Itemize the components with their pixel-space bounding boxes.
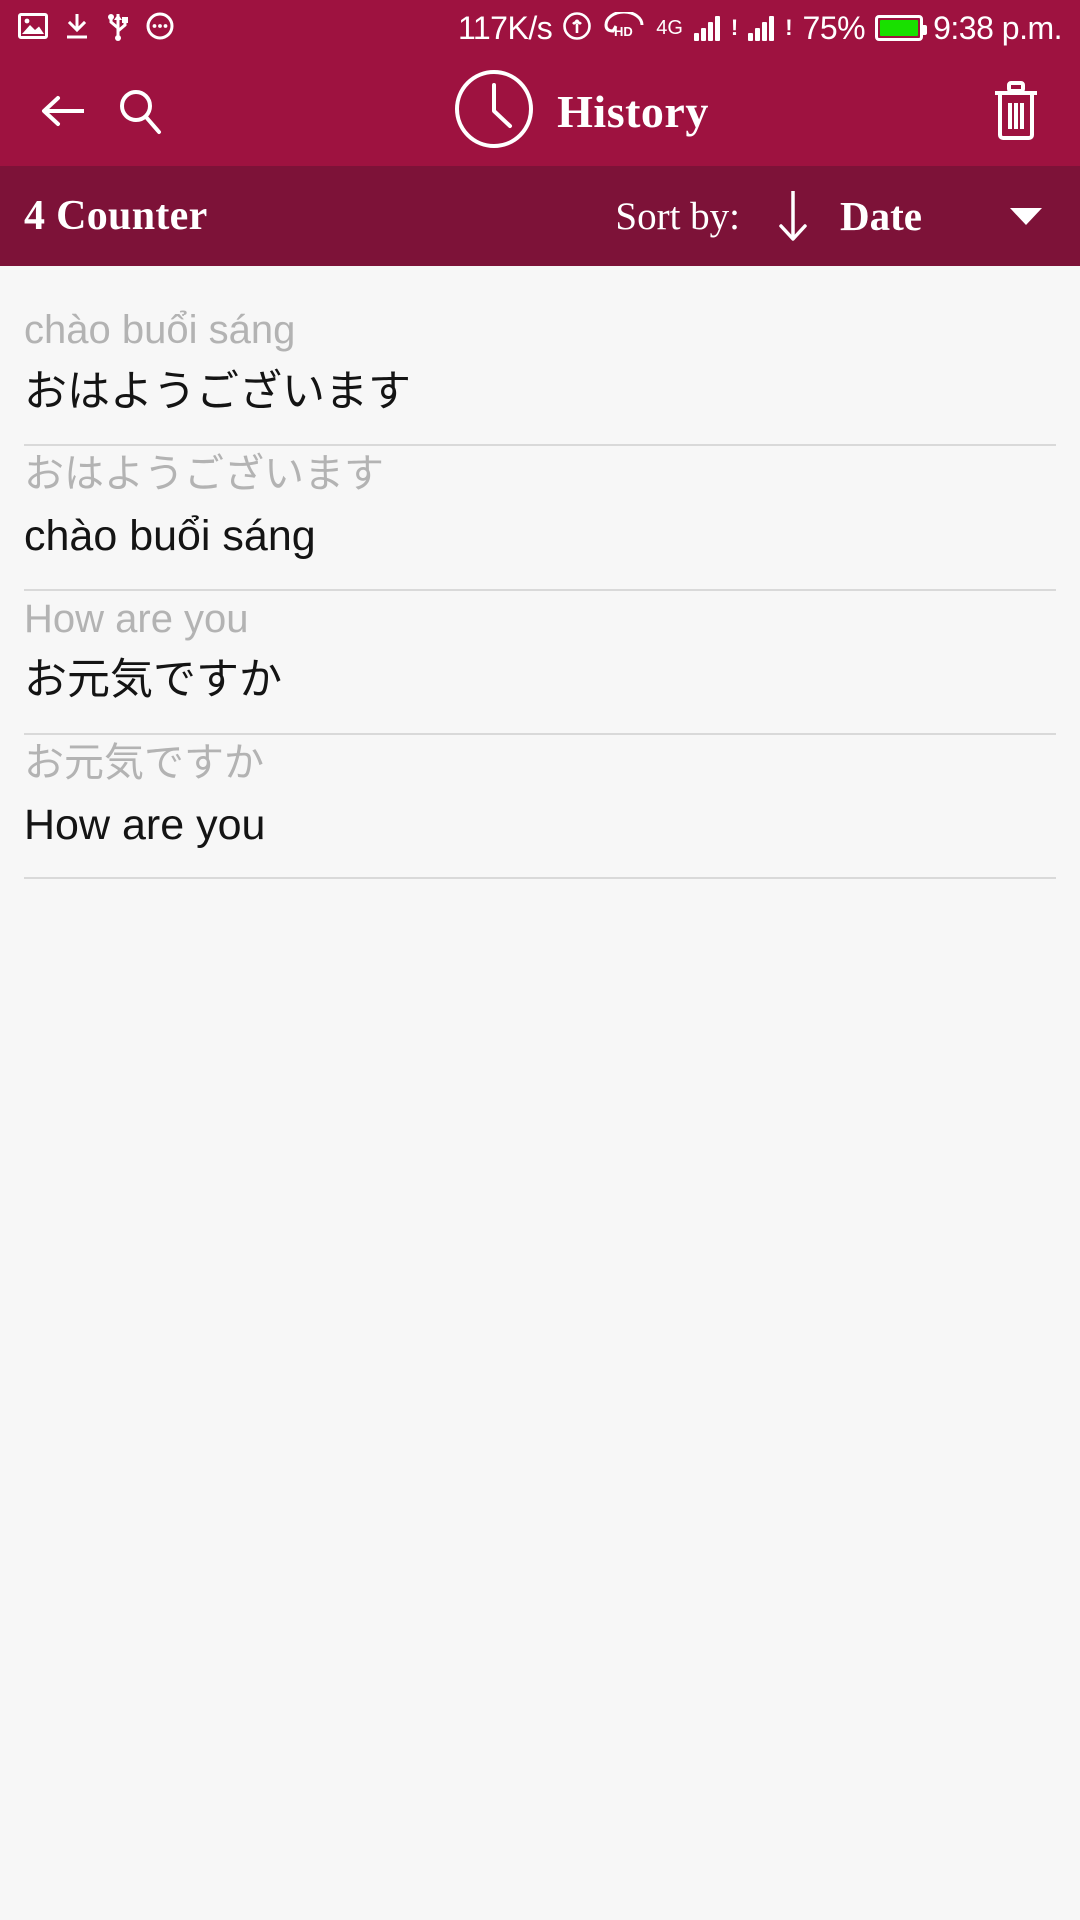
sort-dropdown-button[interactable] <box>1008 205 1044 227</box>
sort-value-label[interactable]: Date <box>840 192 922 240</box>
list-item-source-text: chào buổi sáng <box>24 308 296 352</box>
list-item[interactable]: おはようございます chào buổi sáng <box>0 446 1080 591</box>
back-button[interactable] <box>26 73 102 149</box>
image-icon <box>18 12 48 44</box>
status-bar-left-icons <box>18 11 174 46</box>
signal-bars-sim1-icon <box>693 15 720 41</box>
sort-control[interactable]: Sort by: Date <box>615 188 1056 244</box>
search-icon <box>120 90 161 134</box>
signal-bars-sim2-icon <box>748 15 775 41</box>
sort-by-label: Sort by: <box>615 194 741 238</box>
caret-down-icon <box>1010 208 1042 225</box>
list-item[interactable]: How are you お元気ですか <box>0 591 1080 736</box>
sim1-alert-icon: ! <box>730 15 739 40</box>
list-item-target-text: How are you <box>24 800 266 849</box>
clock-icon <box>453 68 535 155</box>
arrow-down-icon <box>779 191 807 241</box>
sim2-alert-icon: ! <box>785 15 793 40</box>
status-bar: 117K/s HD 4G ! ! 75% 9:38 p.m. <box>0 0 1080 56</box>
delete-history-button[interactable] <box>978 73 1054 149</box>
list-divider <box>24 877 1056 880</box>
status-bar-right-icons: 117K/s HD 4G ! ! 75% 9:38 p.m. <box>457 9 1063 47</box>
list-item-source-text: おはようございます <box>24 452 384 497</box>
sort-direction-button[interactable] <box>776 188 810 244</box>
clock-time: 9:38 p.m. <box>933 9 1062 46</box>
app-bar: History <box>0 56 1080 166</box>
hd-call-icon: HD <box>602 10 646 45</box>
list-item-source-text: お元気ですか <box>24 741 264 786</box>
list-item-source-text: How are you <box>24 596 249 641</box>
back-arrow-icon <box>42 96 84 126</box>
page-title: History <box>557 85 709 137</box>
app-bar-title-group: History <box>184 68 978 155</box>
network-speed: 117K/s <box>457 9 553 46</box>
history-counter: 4 Counter <box>24 193 208 239</box>
list-item-target-text: chào buổi sáng <box>24 511 316 560</box>
battery-percent: 75% <box>802 9 866 46</box>
usb-icon <box>106 11 130 46</box>
more-icon <box>146 12 174 45</box>
battery-icon <box>875 15 928 41</box>
sort-bar: 4 Counter Sort by: Date <box>0 166 1080 266</box>
hotspot-icon <box>562 11 592 46</box>
network-type-label: 4G <box>656 16 683 39</box>
list-item[interactable]: お元気ですか How are you <box>0 735 1080 880</box>
list-item[interactable]: chào buổi sáng おはようございます <box>0 302 1080 447</box>
download-icon <box>64 12 90 45</box>
search-button[interactable] <box>102 73 178 149</box>
list-item-target-text: お元気ですか <box>24 656 282 705</box>
svg-text:HD: HD <box>614 24 633 39</box>
list-item-target-text: おはようございます <box>24 367 411 416</box>
trash-icon <box>995 81 1037 140</box>
history-list[interactable]: chào buổi sáng おはようございます おはようございます chào … <box>0 266 1080 880</box>
